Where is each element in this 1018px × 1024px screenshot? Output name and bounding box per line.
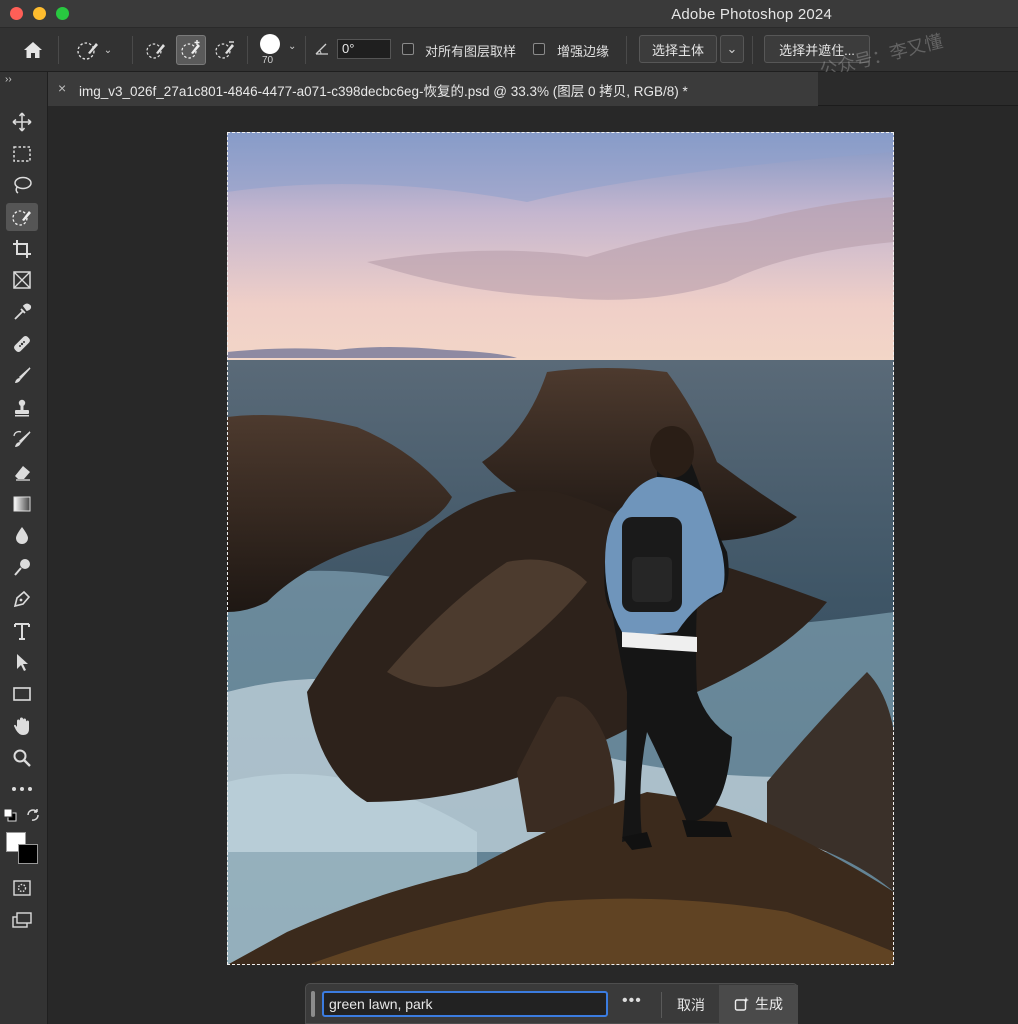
pen-tool[interactable] bbox=[6, 585, 38, 613]
move-icon bbox=[12, 112, 32, 132]
divider bbox=[661, 992, 662, 1018]
home-icon bbox=[24, 42, 42, 58]
swap-arrow-icon bbox=[27, 809, 39, 821]
marquee-tool[interactable] bbox=[6, 140, 38, 168]
title-bar: Adobe Photoshop 2024 bbox=[0, 0, 1018, 28]
contextual-task-bar: green lawn, park ••• 取消 生成 bbox=[305, 983, 798, 1024]
eraser-icon bbox=[15, 466, 30, 481]
drag-handle[interactable] bbox=[311, 991, 315, 1017]
home-button[interactable] bbox=[18, 36, 48, 64]
frame-tool[interactable] bbox=[6, 266, 38, 294]
quick-mask-icon bbox=[13, 880, 31, 896]
lasso-tool[interactable] bbox=[6, 171, 38, 199]
zoom-window-button[interactable] bbox=[56, 7, 69, 20]
tool-preset-picker[interactable]: ⌄ bbox=[70, 37, 118, 63]
type-tool[interactable] bbox=[6, 617, 38, 645]
type-icon bbox=[14, 623, 30, 640]
select-subject-button[interactable]: 选择主体 bbox=[639, 35, 717, 63]
paintbrush-icon bbox=[15, 367, 31, 383]
chevron-down-icon[interactable]: ⌄ bbox=[288, 41, 296, 52]
stamp-icon bbox=[15, 399, 29, 417]
chevron-down-icon: ⌄ bbox=[726, 41, 738, 56]
enhance-edge-checkbox[interactable] bbox=[533, 43, 545, 55]
app-title: Adobe Photoshop 2024 bbox=[671, 6, 832, 23]
brush-new-icon bbox=[146, 43, 165, 59]
healing-brush-tool[interactable] bbox=[6, 330, 38, 358]
dodge-icon bbox=[14, 559, 30, 576]
move-tool[interactable] bbox=[6, 108, 38, 136]
zoom-tool[interactable] bbox=[6, 744, 38, 772]
rectangle-icon bbox=[13, 687, 31, 701]
landscape-photo bbox=[227, 132, 894, 965]
sample-all-layers-label: 对所有图层取样 bbox=[425, 44, 517, 59]
history-brush-icon bbox=[13, 430, 31, 447]
angle-input[interactable]: 0° bbox=[337, 39, 391, 59]
brush-tip-icon bbox=[260, 34, 280, 54]
screen-mode-button[interactable] bbox=[6, 906, 38, 934]
rect-marquee-icon bbox=[13, 146, 31, 162]
generate-label: 生成 bbox=[755, 996, 783, 1012]
minimize-window-button[interactable] bbox=[33, 7, 46, 20]
hand-icon bbox=[14, 717, 29, 735]
angle-icon bbox=[315, 43, 328, 55]
arrow-pointer-icon bbox=[17, 654, 28, 671]
edit-toolbar-button[interactable] bbox=[6, 775, 38, 803]
close-tab-icon[interactable]: × bbox=[58, 80, 66, 96]
subtract-from-selection-button[interactable] bbox=[212, 37, 238, 63]
crop-tool[interactable] bbox=[6, 235, 38, 263]
quick-selection-icon bbox=[12, 210, 31, 226]
brush-add-icon bbox=[181, 40, 200, 59]
clone-stamp-tool[interactable] bbox=[6, 394, 38, 422]
screen-mode-icon bbox=[12, 912, 32, 928]
brush-subtract-icon bbox=[215, 41, 234, 59]
brush-size-value: 70 bbox=[262, 55, 274, 66]
enhance-edge-label: 增强边缘 bbox=[557, 44, 610, 59]
brush-preset-picker[interactable] bbox=[257, 32, 283, 56]
swap-colors-button[interactable] bbox=[24, 806, 42, 824]
lasso-icon bbox=[14, 176, 32, 194]
document-tab-bar: × img_v3_026f_27a1c801-4846-4477-a071-c3… bbox=[48, 72, 1018, 106]
history-brush-tool[interactable] bbox=[6, 426, 38, 454]
path-selection-tool[interactable] bbox=[6, 648, 38, 676]
eyedropper-icon bbox=[14, 303, 32, 320]
hand-tool[interactable] bbox=[6, 712, 38, 740]
pen-icon bbox=[13, 590, 31, 608]
sample-all-layers-checkbox[interactable] bbox=[402, 43, 414, 55]
quick-selection-icon bbox=[77, 42, 98, 60]
default-colors-icon bbox=[3, 808, 17, 822]
toolbar-collapse-button[interactable]: ›› bbox=[5, 74, 12, 85]
add-to-selection-button[interactable] bbox=[176, 35, 206, 65]
generate-button[interactable]: 生成 bbox=[719, 985, 798, 1023]
bandage-icon bbox=[14, 336, 30, 352]
eraser-tool[interactable] bbox=[6, 458, 38, 486]
generate-icon bbox=[734, 997, 749, 1011]
select-subject-dropdown[interactable]: ⌄ bbox=[720, 35, 744, 63]
magnifier-icon bbox=[13, 749, 31, 767]
quick-selection-tool[interactable] bbox=[6, 203, 38, 231]
eyedropper-tool[interactable] bbox=[6, 298, 38, 326]
droplet-icon bbox=[16, 527, 28, 544]
new-selection-button[interactable] bbox=[143, 37, 169, 63]
default-colors-button[interactable] bbox=[1, 806, 19, 824]
crop-icon bbox=[13, 240, 31, 258]
background-color-swatch[interactable] bbox=[18, 844, 38, 864]
frame-icon bbox=[13, 271, 31, 289]
ellipsis-icon bbox=[12, 787, 32, 791]
rectangle-tool[interactable] bbox=[6, 680, 38, 708]
generative-prompt-input[interactable]: green lawn, park bbox=[322, 991, 608, 1017]
gradient-icon bbox=[13, 496, 31, 512]
document-tab[interactable]: × img_v3_026f_27a1c801-4846-4477-a071-c3… bbox=[48, 72, 818, 106]
more-options-button[interactable]: ••• bbox=[622, 992, 642, 1010]
dodge-tool[interactable] bbox=[6, 553, 38, 581]
brush-tool[interactable] bbox=[6, 362, 38, 390]
quick-mask-button[interactable] bbox=[6, 874, 38, 902]
close-window-button[interactable] bbox=[10, 7, 23, 20]
cancel-button[interactable]: 取消 bbox=[677, 995, 705, 1015]
blur-tool[interactable] bbox=[6, 521, 38, 549]
gradient-tool[interactable] bbox=[6, 490, 38, 518]
chevron-down-icon: ⌄ bbox=[103, 44, 113, 56]
document-canvas[interactable] bbox=[227, 132, 894, 965]
document-tab-title: img_v3_026f_27a1c801-4846-4477-a071-c398… bbox=[79, 84, 688, 99]
